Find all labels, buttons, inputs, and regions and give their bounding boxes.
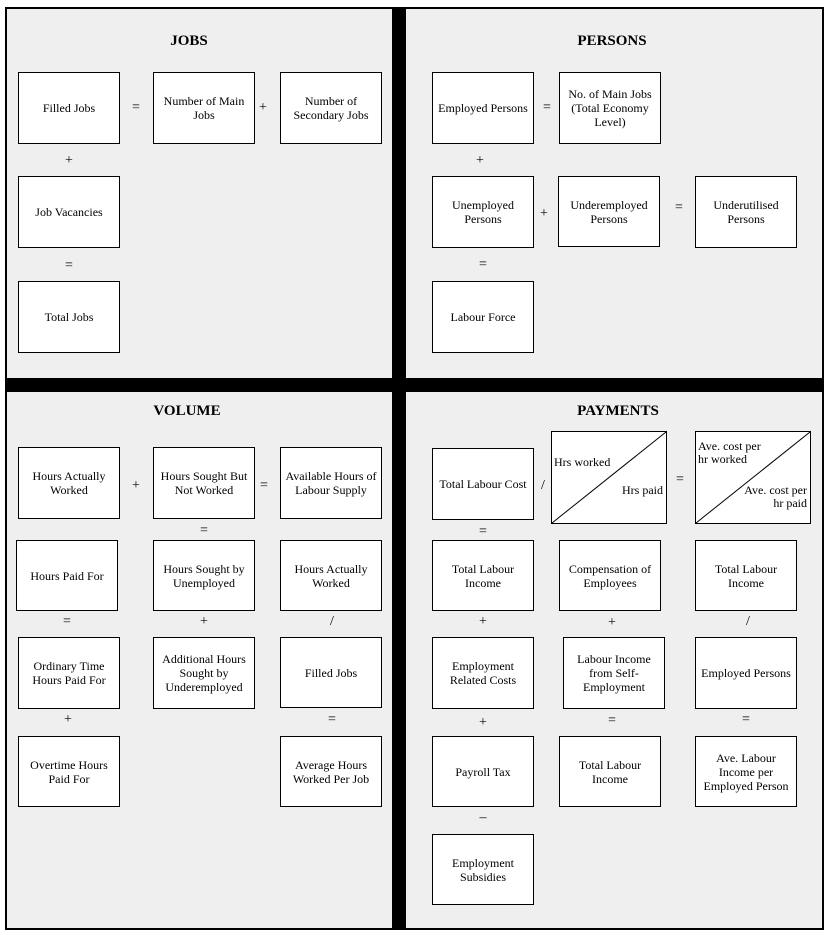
persons-panel: PERSONS Employed Persons = No. of Main J… <box>406 9 822 378</box>
plus-operator: + <box>476 153 484 168</box>
total-jobs-box: Total Jobs <box>18 281 120 353</box>
equals-operator: = <box>260 478 268 493</box>
plus-operator: + <box>259 100 267 115</box>
employed-persons-box: Employed Persons <box>695 637 797 709</box>
divide-operator: / <box>330 614 334 629</box>
employed-persons-box: Employed Persons <box>432 72 534 144</box>
payments-title: PAYMENTS <box>577 403 659 419</box>
secondary-jobs-box: Number of Secondary Jobs <box>280 72 382 144</box>
volume-title: VOLUME <box>153 403 221 419</box>
underutilised-persons-box: Underutilised Persons <box>695 176 797 248</box>
total-labour-income-box-3: Total Labour Income <box>559 736 661 807</box>
hours-split-box: Hrs worked Hrs paid <box>551 431 667 524</box>
total-labour-cost-box: Total Labour Cost <box>432 448 534 520</box>
ave-labour-income-box: Ave. Labour Income per Employed Person <box>695 736 797 807</box>
hrs-paid-label: Hrs paid <box>622 483 663 497</box>
ave-cost-paid-label: Ave. cost per hr paid <box>744 483 807 510</box>
equals-operator: = <box>63 614 71 629</box>
filled-jobs-box: Filled Jobs <box>280 637 382 708</box>
equals-operator: = <box>543 100 551 115</box>
labour-income-self-box: Labour Income from Self-Employment <box>563 637 665 709</box>
ordinary-time-box: Ordinary Time Hours Paid For <box>18 637 120 709</box>
filled-jobs-box: Filled Jobs <box>18 72 120 144</box>
hours-paid-for-box: Hours Paid For <box>16 540 118 611</box>
total-labour-income-box: Total Labour Income <box>432 540 534 611</box>
plus-operator: + <box>65 153 73 168</box>
additional-hours-box: Additional Hours Sought by Underemployed <box>153 637 255 709</box>
divide-operator: / <box>541 478 545 493</box>
plus-operator: + <box>64 712 72 727</box>
avg-hours-box: Average Hours Worked Per Job <box>280 736 382 807</box>
hours-sought-unemployed-box: Hours Sought by Unemployed <box>153 540 255 611</box>
equals-operator: = <box>132 100 140 115</box>
equals-operator: = <box>675 200 683 215</box>
volume-panel: VOLUME Hours Actually Worked + Hours Sou… <box>7 392 392 928</box>
labour-force-box: Labour Force <box>432 281 534 353</box>
equals-operator: = <box>479 524 487 539</box>
available-hours-box: Available Hours of Labour Supply <box>280 447 382 519</box>
equals-operator: = <box>328 712 336 727</box>
plus-operator: + <box>608 615 616 630</box>
equals-operator: = <box>676 472 684 487</box>
main-jobs-total-box: No. of Main Jobs (Total Economy Level) <box>559 72 661 144</box>
ave-cost-worked-label: Ave. cost per hr worked <box>698 439 761 466</box>
jobs-panel: JOBS Filled Jobs = Number of Main Jobs +… <box>7 9 392 378</box>
minus-operator: – <box>479 810 487 825</box>
main-jobs-box: Number of Main Jobs <box>153 72 255 144</box>
plus-operator: + <box>200 614 208 629</box>
hours-sought-not-worked-box: Hours Sought But Not Worked <box>153 447 255 519</box>
compensation-box: Compensation of Employees <box>559 540 661 611</box>
plus-operator: + <box>540 206 548 221</box>
hrs-worked-label: Hrs worked <box>554 455 611 469</box>
equals-operator: = <box>608 713 616 728</box>
hours-worked-box-2: Hours Actually Worked <box>280 540 382 611</box>
unemployed-persons-box: Unemployed Persons <box>432 176 534 248</box>
equals-operator: = <box>200 523 208 538</box>
ave-cost-split-box: Ave. cost per hr worked Ave. cost per hr… <box>695 431 811 524</box>
employment-subsidies-box: Employment Subsidies <box>432 834 534 905</box>
jobs-title: JOBS <box>170 33 208 49</box>
equals-operator: = <box>65 258 73 273</box>
equals-operator: = <box>742 712 750 727</box>
diagonal-line <box>552 432 666 523</box>
underemployed-persons-box: Underemployed Persons <box>558 176 660 247</box>
payroll-tax-box: Payroll Tax <box>432 736 534 807</box>
divide-operator: / <box>746 614 750 629</box>
persons-title: PERSONS <box>577 33 647 49</box>
equals-operator: = <box>479 257 487 272</box>
total-labour-income-box-2: Total Labour Income <box>695 540 797 611</box>
job-vacancies-box: Job Vacancies <box>18 176 120 248</box>
hours-worked-box: Hours Actually Worked <box>18 447 120 519</box>
plus-operator: + <box>132 478 140 493</box>
employment-related-costs-box: Employment Related Costs <box>432 637 534 709</box>
plus-operator: + <box>479 614 487 629</box>
payments-panel: PAYMENTS Total Labour Cost / Hrs worked … <box>406 392 822 928</box>
plus-operator: + <box>479 715 487 730</box>
overtime-box: Overtime Hours Paid For <box>18 736 120 807</box>
